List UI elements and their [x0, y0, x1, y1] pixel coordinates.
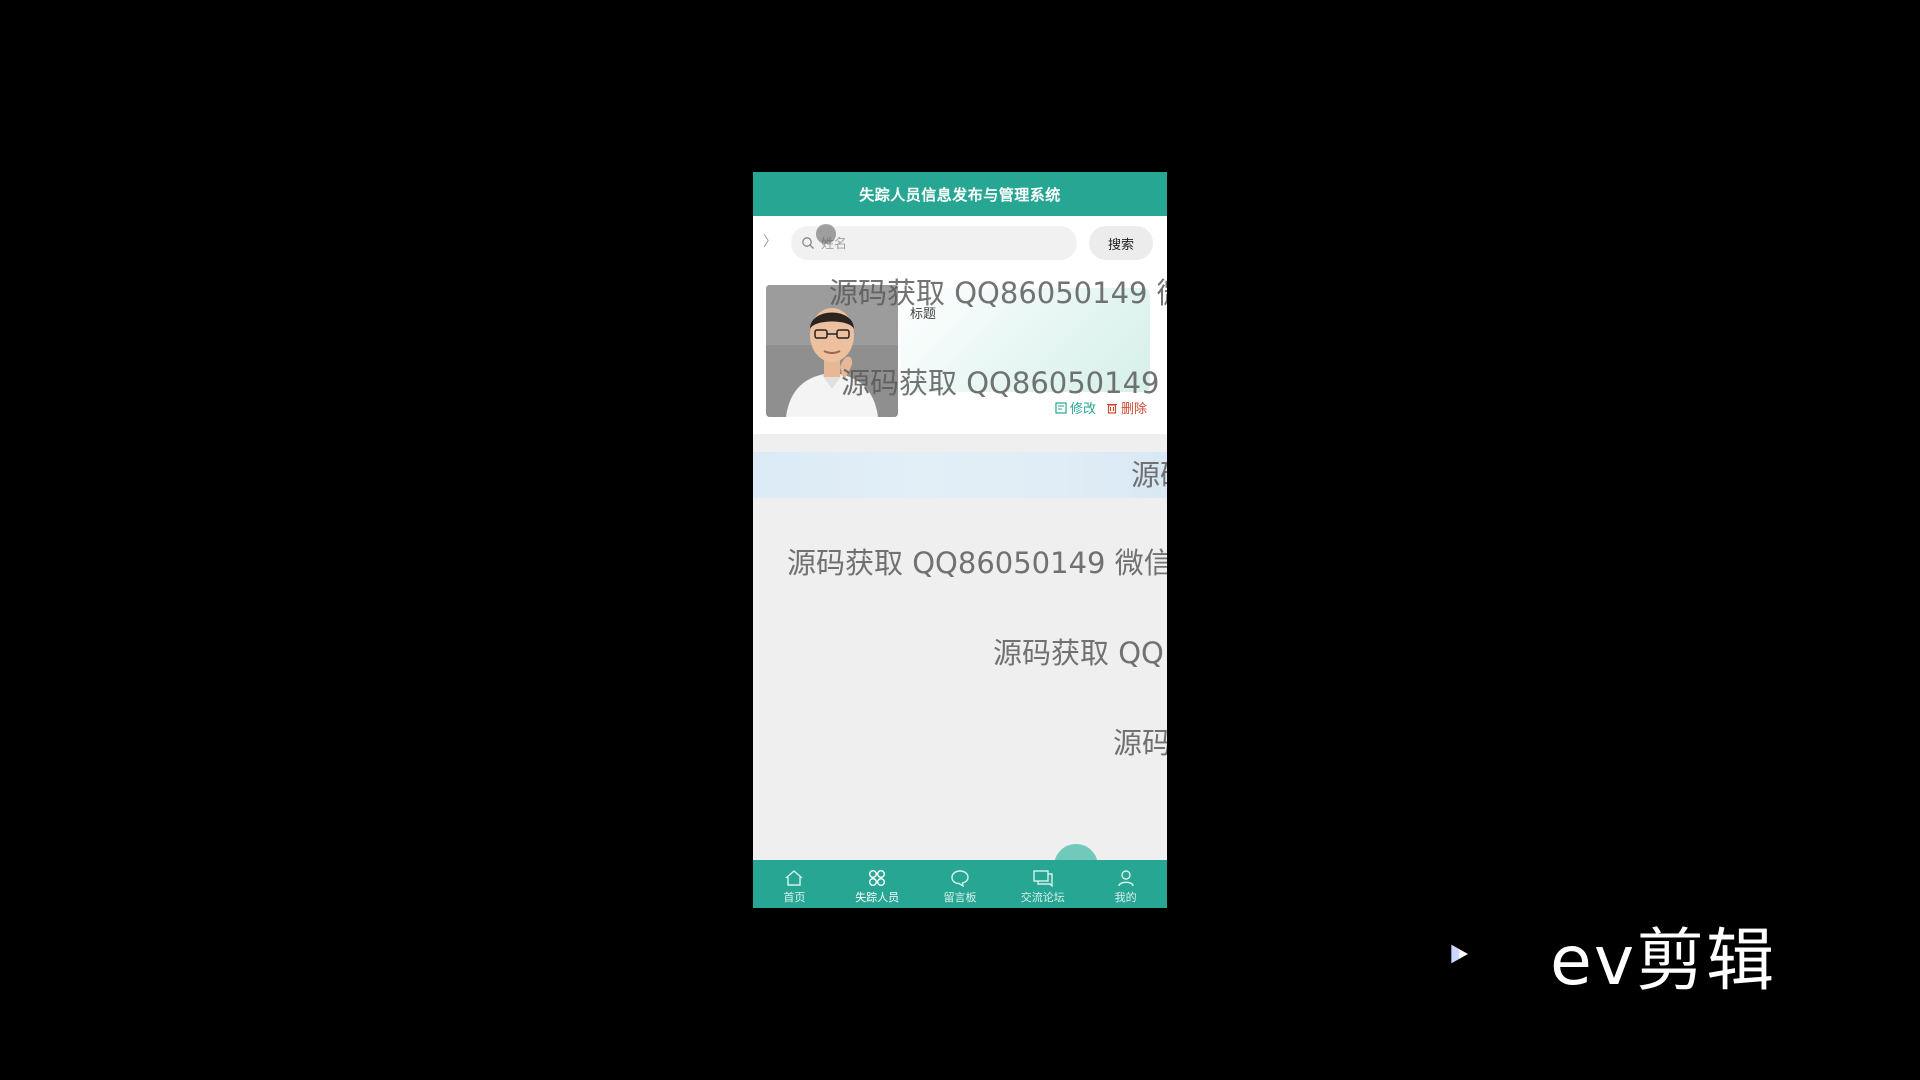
- page-title: 失踪人员信息发布与管理系统: [859, 185, 1061, 204]
- watermark-text: 源码: [1113, 726, 1167, 760]
- ev-watermark-brand: ev剪辑: [1550, 922, 1777, 1001]
- search-icon: [802, 237, 814, 249]
- tab-label: 我的: [1114, 891, 1137, 904]
- edit-icon: [1055, 401, 1067, 414]
- user-icon: [1117, 870, 1134, 887]
- tab-label: 交流论坛: [1020, 891, 1065, 904]
- banner-strip: [753, 452, 1167, 498]
- edit-button[interactable]: 修改: [1055, 398, 1096, 417]
- watermark-text: 源码获取 QQ86050149 微信: [787, 546, 1167, 580]
- delete-label: 删除: [1120, 402, 1147, 417]
- tab-label: 留言板: [943, 891, 977, 904]
- bottom-tabbar: 首页 失踪人员 留言板 交流论坛 我的: [753, 860, 1167, 908]
- home-icon: [785, 870, 803, 886]
- delete-button[interactable]: 删除: [1106, 398, 1147, 417]
- cursor-indicator: [816, 224, 836, 244]
- search-button[interactable]: 搜索: [1089, 226, 1153, 260]
- tab-profile[interactable]: 我的: [1084, 860, 1167, 908]
- phone-screen: 失踪人员信息发布与管理系统 〉 搜索: [753, 172, 1167, 908]
- forum-icon: [1033, 870, 1053, 887]
- play-triangle-icon: [1451, 944, 1468, 964]
- tab-forum[interactable]: 交流论坛: [1001, 860, 1084, 908]
- search-input[interactable]: [819, 226, 1073, 262]
- card-actions: 修改 删除: [1055, 398, 1147, 417]
- tab-missing-persons[interactable]: 失踪人员: [836, 860, 919, 908]
- card-title: 标题: [910, 307, 937, 322]
- watermark-text: 源码获取 QQ: [993, 636, 1164, 670]
- edit-label: 修改: [1069, 402, 1096, 417]
- tab-home[interactable]: 首页: [753, 860, 836, 908]
- tab-label: 首页: [783, 891, 806, 904]
- tab-message-board[interactable]: 留言板: [919, 860, 1002, 908]
- chat-bubble-icon: [951, 870, 969, 887]
- search-bar: 〉 搜索: [753, 216, 1167, 268]
- chevron-right-icon[interactable]: 〉: [763, 233, 777, 251]
- grid-icon: [869, 870, 886, 886]
- card-info-panel[interactable]: 标题: [900, 288, 1150, 392]
- tab-label: 失踪人员: [855, 891, 900, 904]
- trash-icon: [1106, 403, 1117, 414]
- person-portrait-image: [766, 285, 898, 417]
- person-photo[interactable]: [766, 285, 898, 417]
- missing-person-card[interactable]: 标题 修改 删除: [753, 268, 1167, 434]
- app-header: 失踪人员信息发布与管理系统: [753, 172, 1167, 216]
